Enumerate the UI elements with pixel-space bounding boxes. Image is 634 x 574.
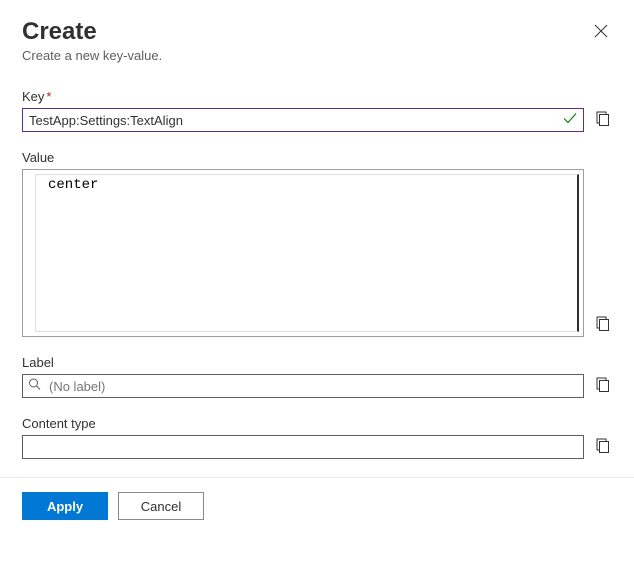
key-input[interactable] bbox=[22, 108, 584, 132]
content-type-label: Content type bbox=[22, 416, 612, 431]
copy-icon bbox=[594, 111, 610, 130]
key-label-text: Key bbox=[22, 89, 44, 104]
apply-button[interactable]: Apply bbox=[22, 492, 108, 520]
cancel-button[interactable]: Cancel bbox=[118, 492, 204, 520]
close-icon bbox=[594, 24, 608, 38]
copy-content-type-button[interactable] bbox=[592, 436, 612, 459]
copy-icon bbox=[594, 377, 610, 396]
copy-key-button[interactable] bbox=[592, 109, 612, 132]
value-label: Value bbox=[22, 150, 612, 165]
label-label: Label bbox=[22, 355, 612, 370]
value-textarea[interactable]: center bbox=[22, 169, 584, 337]
copy-label-button[interactable] bbox=[592, 375, 612, 398]
close-button[interactable] bbox=[590, 20, 612, 42]
panel-title: Create bbox=[22, 18, 162, 46]
content-type-input[interactable] bbox=[22, 435, 584, 459]
key-label: Key* bbox=[22, 89, 612, 104]
value-text: center bbox=[36, 175, 577, 195]
copy-value-button[interactable] bbox=[592, 314, 612, 337]
panel-subtitle: Create a new key-value. bbox=[22, 48, 162, 63]
label-input[interactable] bbox=[22, 374, 584, 398]
copy-icon bbox=[594, 316, 610, 335]
copy-icon bbox=[594, 438, 610, 457]
required-marker: * bbox=[46, 89, 51, 104]
